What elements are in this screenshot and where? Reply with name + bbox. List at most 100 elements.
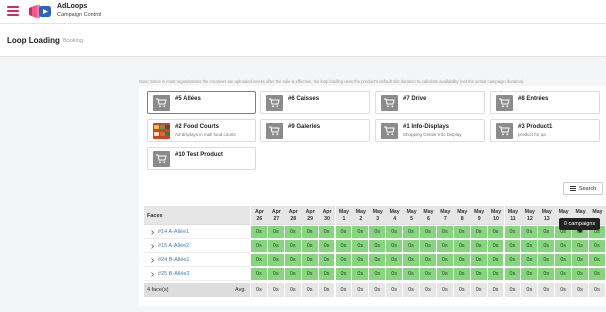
- availability-cell[interactable]: 0s: [352, 240, 370, 253]
- availability-cell[interactable]: 0s: [453, 268, 471, 281]
- availability-cell[interactable]: 0s: [436, 268, 454, 281]
- availability-cell[interactable]: 0s: [453, 226, 471, 239]
- availability-cell[interactable]: 0s: [453, 240, 471, 253]
- availability-cell[interactable]: 0s: [487, 240, 505, 253]
- availability-cell[interactable]: 0s: [538, 254, 556, 267]
- availability-cell[interactable]: 0s: [386, 226, 404, 239]
- breadcrumb[interactable]: Booking: [63, 38, 83, 44]
- availability-cell[interactable]: 0s: [318, 226, 336, 239]
- availability-cell[interactable]: 0s: [504, 254, 522, 267]
- availability-cell[interactable]: 0s: [284, 268, 302, 281]
- availability-cell[interactable]: 0s: [267, 226, 285, 239]
- availability-cell[interactable]: 0s: [521, 268, 539, 281]
- availability-cell[interactable]: 0s: [369, 268, 387, 281]
- product-card[interactable]: #9 Galeries: [260, 119, 370, 142]
- availability-cell[interactable]: 0s: [572, 240, 589, 253]
- availability-cell[interactable]: 0s: [538, 240, 556, 253]
- product-card[interactable]: #10 Test Product: [147, 147, 256, 170]
- availability-cell[interactable]: 0s: [284, 226, 302, 239]
- availability-cell[interactable]: 0s: [267, 240, 285, 253]
- availability-cell[interactable]: 0s: [335, 240, 353, 253]
- availability-cell[interactable]: 0s: [369, 226, 387, 239]
- availability-cell[interactable]: 0s: [538, 226, 556, 239]
- availability-cell[interactable]: 0s: [470, 268, 488, 281]
- availability-cell[interactable]: 0s: [251, 268, 268, 281]
- availability-cell[interactable]: 0s: [487, 268, 505, 281]
- chevron-right-icon[interactable]: [150, 272, 155, 277]
- availability-cell[interactable]: 0s: [352, 254, 370, 267]
- availability-cell[interactable]: 0s: [267, 254, 285, 267]
- availability-cell[interactable]: 0s: [470, 240, 488, 253]
- availability-cell[interactable]: 0s: [301, 226, 319, 239]
- availability-cell[interactable]: 0s: [403, 268, 420, 281]
- availability-cell[interactable]: 0s: [369, 240, 387, 253]
- availability-cell[interactable]: 0s: [301, 268, 319, 281]
- availability-cell[interactable]: 0s: [386, 254, 404, 267]
- availability-cell[interactable]: 0s: [572, 268, 589, 281]
- availability-cell[interactable]: 0s: [284, 240, 302, 253]
- chevron-right-icon[interactable]: [150, 244, 155, 249]
- availability-cell[interactable]: 0s: [521, 254, 539, 267]
- chevron-right-icon[interactable]: [150, 230, 155, 235]
- availability-cell[interactable]: 0s: [301, 254, 319, 267]
- availability-cell[interactable]: 0s: [453, 254, 471, 267]
- face-name[interactable]: #25 B-Allée2: [158, 271, 190, 277]
- availability-cell[interactable]: 0s: [538, 268, 556, 281]
- availability-cell[interactable]: 0s: [521, 240, 539, 253]
- availability-cell[interactable]: 0s: [403, 254, 420, 267]
- availability-cell[interactable]: 0s: [318, 254, 336, 267]
- availability-cell[interactable]: 0s: [335, 268, 353, 281]
- availability-cell[interactable]: 0s: [386, 268, 404, 281]
- product-card[interactable]: #3 Product1 product for qa: [490, 119, 600, 142]
- availability-cell[interactable]: 0s: [386, 240, 404, 253]
- product-card[interactable]: #5 Allées: [147, 91, 256, 114]
- availability-cell[interactable]: 0s: [487, 254, 505, 267]
- availability-cell[interactable]: 0s: [436, 254, 454, 267]
- availability-cell[interactable]: 0s: [352, 268, 370, 281]
- availability-cell[interactable]: 0s: [589, 240, 606, 253]
- availability-cell[interactable]: 0s: [369, 254, 387, 267]
- availability-cell[interactable]: 0s: [487, 226, 505, 239]
- availability-cell[interactable]: 0s: [555, 240, 573, 253]
- face-row[interactable]: #25 B-Allée2: [144, 268, 250, 281]
- product-card[interactable]: #1 Info-Displays Shopping Center Info Dis…: [375, 119, 485, 142]
- availability-cell[interactable]: 0s: [403, 226, 420, 239]
- menu-icon[interactable]: [7, 6, 19, 16]
- availability-cell[interactable]: 0s: [318, 240, 336, 253]
- availability-cell[interactable]: 0s: [436, 240, 454, 253]
- availability-cell[interactable]: 0s: [436, 226, 454, 239]
- chevron-right-icon[interactable]: [150, 258, 155, 263]
- availability-cell[interactable]: 0s: [470, 226, 488, 239]
- availability-cell[interactable]: 0s: [555, 268, 573, 281]
- availability-cell[interactable]: 0s: [251, 240, 268, 253]
- face-name[interactable]: #15 A-Allée2: [158, 243, 189, 249]
- face-name[interactable]: #24 B-Allée1: [158, 257, 190, 263]
- product-card[interactable]: #6 Caisses: [260, 91, 370, 114]
- face-row[interactable]: #14 A-Allée1: [144, 226, 250, 239]
- availability-cell[interactable]: 0s: [555, 254, 573, 267]
- availability-cell[interactable]: 0s: [572, 254, 589, 267]
- adloops-logo-icon[interactable]: [28, 4, 52, 19]
- availability-cell[interactable]: 0s: [318, 268, 336, 281]
- availability-cell[interactable]: 0s: [504, 240, 522, 253]
- face-row[interactable]: #15 A-Allée2: [144, 240, 250, 253]
- availability-cell[interactable]: 0s: [251, 226, 268, 239]
- face-row[interactable]: #24 B-Allée1: [144, 254, 250, 267]
- availability-cell[interactable]: 0s: [403, 240, 420, 253]
- availability-cell[interactable]: 0s: [352, 226, 370, 239]
- availability-cell[interactable]: 0s: [335, 254, 353, 267]
- availability-cell[interactable]: 0s: [589, 254, 606, 267]
- product-card[interactable]: #7 Drive: [375, 91, 485, 114]
- product-card[interactable]: #2 Food Courts Ad displays in mall food c…: [147, 119, 256, 142]
- availability-cell[interactable]: 0s: [284, 254, 302, 267]
- availability-cell[interactable]: 0s: [521, 226, 539, 239]
- availability-cell[interactable]: 0s: [504, 268, 522, 281]
- availability-cell[interactable]: 0s: [470, 254, 488, 267]
- availability-cell[interactable]: 0s: [504, 226, 522, 239]
- availability-cell[interactable]: 0s: [420, 254, 437, 267]
- availability-cell[interactable]: 0s: [267, 268, 285, 281]
- availability-cell[interactable]: 0s: [420, 240, 437, 253]
- availability-cell[interactable]: 0s: [589, 268, 606, 281]
- availability-cell[interactable]: 0s: [335, 226, 353, 239]
- face-name[interactable]: #14 A-Allée1: [158, 229, 189, 235]
